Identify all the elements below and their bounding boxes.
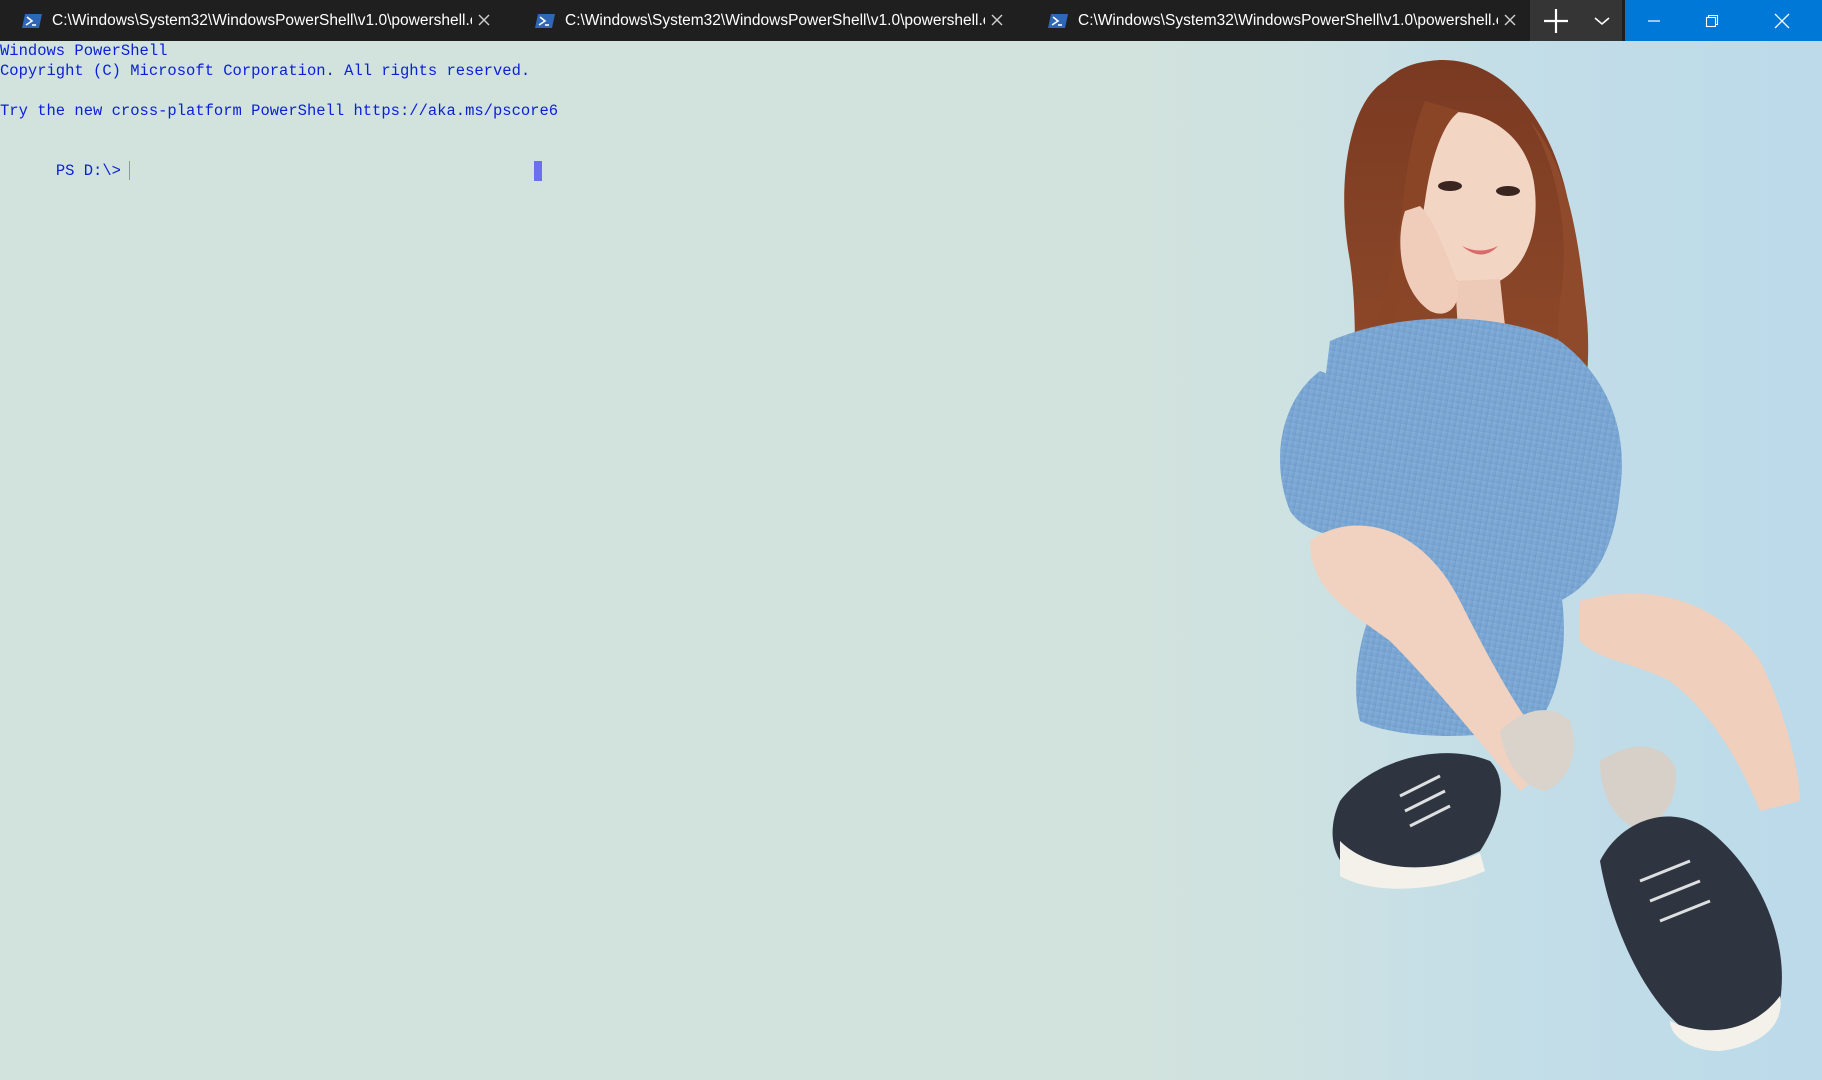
tab-title: C:\Windows\System32\WindowsPowerShell\v1… [565,11,985,29]
close-icon[interactable] [475,11,493,29]
restore-icon [1705,14,1719,27]
new-tab-button[interactable] [1530,0,1582,41]
minimize-icon [1648,19,1660,22]
text-caret [128,161,130,180]
powershell-icon [535,13,555,28]
plus-icon [1544,8,1568,33]
restore-button[interactable] [1683,0,1741,41]
close-icon[interactable] [1501,11,1519,29]
tab-powershell-3[interactable]: C:\Windows\System32\WindowsPowerShell\v1… [1026,0,1530,41]
window-controls [1625,0,1822,41]
terminal-line: Try the new cross-platform PowerShell ht… [0,102,559,120]
powershell-icon [22,13,42,28]
powershell-icon [1048,13,1068,28]
close-icon[interactable] [988,11,1006,29]
tab-title: C:\Windows\System32\WindowsPowerShell\v1… [1078,11,1498,29]
title-bar: C:\Windows\System32\WindowsPowerShell\v1… [0,0,1822,41]
tab-title: C:\Windows\System32\WindowsPowerShell\v1… [52,11,472,29]
prompt: PS D:\> [55,162,121,180]
terminal-window: C:\Windows\System32\WindowsPowerShell\v1… [0,0,1822,1080]
terminal-output[interactable]: Windows PowerShell Copyright (C) Microso… [0,41,1822,1080]
terminal-line: Windows PowerShell [0,42,168,60]
tab-powershell-2[interactable]: C:\Windows\System32\WindowsPowerShell\v1… [513,0,1026,41]
new-tab-dropdown-button[interactable] [1582,0,1622,41]
block-cursor [534,161,542,181]
tab-powershell-1[interactable]: C:\Windows\System32\WindowsPowerShell\v1… [0,0,513,41]
prompt-line[interactable]: PS D:\> [0,141,130,180]
chevron-down-icon [1594,16,1610,25]
close-icon [1774,13,1789,28]
terminal-line: Copyright (C) Microsoft Corporation. All… [0,62,531,80]
close-window-button[interactable] [1741,0,1822,41]
minimize-button[interactable] [1625,0,1683,41]
